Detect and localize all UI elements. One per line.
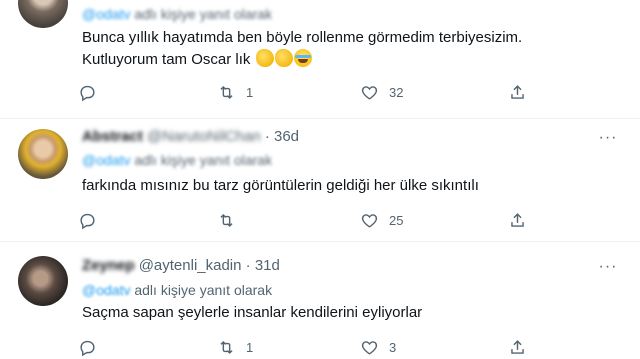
tweet-actions: 1 32 bbox=[78, 80, 548, 104]
heart-icon bbox=[361, 85, 378, 100]
tweet-header: Abstract @NarutoNilChan · 36d bbox=[82, 128, 299, 145]
like-button[interactable]: 32 bbox=[360, 80, 403, 104]
heart-icon bbox=[361, 213, 378, 228]
reply-icon bbox=[80, 85, 95, 101]
retweet-button[interactable] bbox=[217, 208, 236, 232]
retweet-icon bbox=[220, 85, 233, 99]
share-icon bbox=[511, 339, 524, 354]
clapping-hands-icon bbox=[274, 49, 293, 67]
retweet-icon bbox=[220, 340, 233, 354]
replying-to-line: @odatv adlı kişiye yanıt olarak bbox=[82, 6, 272, 22]
tweet-text-line: farkında mısınız bu tarz görüntülerin ge… bbox=[82, 177, 479, 194]
more-options-icon[interactable]: ··· bbox=[598, 257, 618, 277]
user-handle[interactable]: @aytenli_kadin bbox=[139, 257, 242, 274]
like-button[interactable]: 3 bbox=[360, 335, 396, 359]
tweet-text-line: Bunca yıllık hayatımda ben böyle rollenm… bbox=[82, 29, 523, 46]
clapping-hands-icon bbox=[255, 49, 274, 67]
retweet-button[interactable]: 1 bbox=[217, 335, 253, 359]
tweet-text: Bunca yıllık hayatımda ben böyle rollenm… bbox=[82, 27, 522, 71]
tweet-time[interactable]: 31d bbox=[255, 257, 280, 274]
avatar[interactable] bbox=[18, 129, 68, 179]
retweet-count: 1 bbox=[246, 84, 254, 100]
reply-suffix: adlı kişiye yanıt olarak bbox=[134, 152, 273, 168]
tweet-text-line-content: Kutluyorum tam Oscar lık bbox=[82, 51, 251, 68]
reply-icon bbox=[80, 340, 95, 356]
tears-of-joy-icon bbox=[293, 49, 312, 67]
share-button[interactable] bbox=[508, 335, 527, 359]
retweet-count: 1 bbox=[246, 339, 254, 355]
avatar[interactable] bbox=[18, 256, 68, 306]
tweet-actions: 25 bbox=[78, 208, 548, 232]
user-handle[interactable]: @NarutoNilChan bbox=[147, 128, 261, 145]
tweet-actions: 1 3 bbox=[78, 335, 548, 359]
separator: · bbox=[245, 257, 251, 274]
tweet-2[interactable]: Abstract @NarutoNilChan · 36d ··· @odatv… bbox=[0, 119, 640, 241]
retweet-button[interactable]: 1 bbox=[217, 80, 253, 104]
tweet-1[interactable]: @odatv adlı kişiye yanıt olarak Bunca yı… bbox=[0, 0, 640, 118]
display-name[interactable]: Zeynep bbox=[82, 257, 135, 274]
avatar[interactable] bbox=[18, 0, 68, 28]
share-icon bbox=[511, 212, 524, 227]
like-count: 25 bbox=[389, 212, 404, 228]
reply-mention-link[interactable]: @odatv bbox=[82, 6, 130, 22]
like-count: 3 bbox=[389, 339, 397, 355]
replying-to-line: @odatv adlı kişiye yanıt olarak bbox=[82, 282, 272, 298]
display-name[interactable]: Abstract bbox=[82, 128, 143, 145]
tweet-text-line-2: Kutluyorum tam Oscar lık bbox=[82, 49, 522, 71]
reply-suffix: adlı kişiye yanıt olarak bbox=[134, 282, 273, 298]
tweet-time[interactable]: 36d bbox=[274, 128, 299, 145]
share-icon bbox=[511, 84, 524, 99]
share-button[interactable] bbox=[508, 80, 527, 104]
tweet-text: farkında mısınız bu tarz görüntülerin ge… bbox=[82, 175, 479, 197]
heart-icon bbox=[361, 340, 378, 355]
tweet-3[interactable]: Zeynep @aytenli_kadin · 31d ··· @odatv a… bbox=[0, 242, 640, 359]
reply-button[interactable] bbox=[78, 208, 97, 232]
reply-suffix: adlı kişiye yanıt olarak bbox=[134, 6, 273, 22]
like-button[interactable]: 25 bbox=[360, 208, 403, 232]
reply-mention-link[interactable]: @odatv bbox=[82, 282, 130, 298]
share-button[interactable] bbox=[508, 208, 527, 232]
reply-button[interactable] bbox=[78, 335, 97, 359]
reply-mention-link[interactable]: @odatv bbox=[82, 152, 130, 168]
reply-icon bbox=[80, 213, 95, 229]
replying-to-line: @odatv adlı kişiye yanıt olarak bbox=[82, 152, 272, 168]
like-count: 32 bbox=[389, 84, 404, 100]
tweet-text-line: Saçma sapan şeylerle insanlar kendilerin… bbox=[82, 304, 423, 321]
tweet-text: Saçma sapan şeylerle insanlar kendilerin… bbox=[82, 302, 422, 324]
separator: · bbox=[264, 128, 270, 145]
tweet-header: Zeynep @aytenli_kadin · 31d bbox=[82, 257, 280, 274]
reply-button[interactable] bbox=[78, 80, 97, 104]
more-options-icon[interactable]: ··· bbox=[598, 128, 618, 148]
retweet-icon bbox=[220, 213, 233, 227]
